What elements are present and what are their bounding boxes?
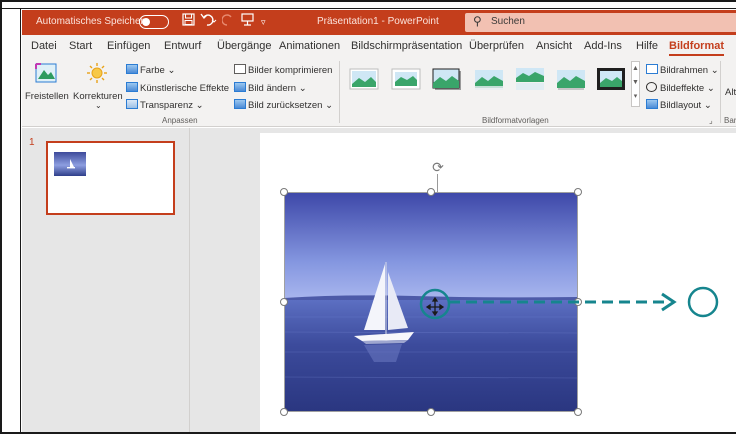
transparency-label: Transparenz <box>140 100 193 111</box>
picture-style-thick-frame[interactable] <box>391 67 421 91</box>
corrections-button[interactable]: Korrekturen ⌄ <box>69 61 123 111</box>
tab-uebergaenge[interactable]: Übergänge <box>217 40 271 52</box>
tab-add-ins[interactable]: Add-Ins <box>584 40 622 52</box>
picture-style-soft-edge[interactable] <box>474 67 504 91</box>
slide-thumbnail[interactable] <box>46 141 175 215</box>
slide-canvas[interactable]: ⟳ <box>260 133 736 432</box>
style-gallery-scroll[interactable]: ▲ ▼ ▾ <box>631 61 640 107</box>
picture-border-label: Bildrahmen <box>660 65 709 76</box>
workspace: 1 ⟳ <box>22 128 736 432</box>
tab-entwurf[interactable]: Entwurf <box>164 40 201 52</box>
change-picture-icon <box>234 82 246 92</box>
resize-handle-bottom[interactable] <box>427 408 435 416</box>
gallery-up-icon[interactable]: ▲ <box>632 62 639 76</box>
title-bar: Automatisches Speichern ▿ Präsentation1 … <box>22 10 736 35</box>
tab-hilfe[interactable]: Hilfe <box>636 40 658 52</box>
thumbnail-image <box>54 152 86 176</box>
compress-pictures-label: Bilder komprimieren <box>248 65 333 76</box>
picture-style-shadow[interactable] <box>432 67 462 91</box>
slide-number: 1 <box>29 137 35 148</box>
tab-einfuegen[interactable]: Einfügen <box>107 40 150 52</box>
photo-frame-outline <box>284 192 578 412</box>
remove-background-label: Freistellen <box>25 91 69 102</box>
undo-icon[interactable] <box>200 13 218 30</box>
slide-thumbnails-pane: 1 <box>22 128 190 432</box>
presenter-icon[interactable] <box>241 13 254 29</box>
picture-style-reflected[interactable] <box>515 67 545 91</box>
rotate-handle-icon[interactable]: ⟳ <box>431 160 445 174</box>
gallery-down-icon[interactable]: ▼ <box>632 76 639 90</box>
picture-border-button[interactable]: Bildrahmen ⌄ <box>646 64 719 76</box>
transparency-button[interactable]: Transparenz ⌄ <box>126 99 204 111</box>
resize-handle-right[interactable] <box>574 298 582 306</box>
remove-background-button[interactable]: Freistellen <box>25 61 69 111</box>
search-placeholder: Suchen <box>491 16 525 27</box>
transparency-icon <box>126 99 138 109</box>
tab-datei[interactable]: Datei <box>31 40 57 52</box>
tab-start[interactable]: Start <box>69 40 92 52</box>
autosave-label: Automatisches Speichern <box>36 16 150 27</box>
customize-quick-access-icon[interactable]: ▿ <box>261 17 266 28</box>
dialog-launcher-icon[interactable]: ⌟ <box>709 116 713 125</box>
group-separator-2 <box>720 61 721 123</box>
reset-picture-button[interactable]: Bild zurücksetzen ⌄ <box>234 99 333 111</box>
autosave-toggle[interactable] <box>139 15 169 29</box>
picture-style-simple-frame[interactable] <box>349 67 379 91</box>
picture-border-icon <box>646 64 658 74</box>
alt-text-button-label[interactable]: Alt <box>725 87 736 98</box>
document-title: Präsentation1 - PowerPoint <box>317 16 439 27</box>
save-icon[interactable] <box>182 13 195 29</box>
search-icon: ⚲ <box>473 14 482 28</box>
compress-pictures-icon <box>234 64 246 74</box>
reset-picture-label: Bild zurücksetzen <box>248 100 323 111</box>
artistic-effects-button[interactable]: Künstlerische Effekte ⌄ <box>126 82 240 94</box>
tab-bildformat[interactable]: Bildformat <box>669 40 724 56</box>
change-picture-label: Bild ändern <box>248 83 297 94</box>
ribbon-bildformat: Freistellen Korrekturen ⌄ Farbe ⌄ Künstl… <box>22 57 736 127</box>
group-label-bildformatvorlagen: Bildformatvorlagen <box>482 116 549 125</box>
tab-animationen[interactable]: Animationen <box>279 40 340 52</box>
artistic-effects-label: Künstlerische Effekte <box>140 83 230 94</box>
picture-effects-label: Bildeffekte <box>660 83 705 94</box>
artistic-effects-icon <box>126 82 138 92</box>
change-picture-button[interactable]: Bild ändern ⌄ <box>234 82 307 94</box>
corrections-chevron-down-icon: ⌄ <box>95 101 102 110</box>
tab-ueberpruefen[interactable]: Überprüfen <box>469 40 524 52</box>
tab-ansicht[interactable]: Ansicht <box>536 40 572 52</box>
resize-handle-top-left[interactable] <box>280 188 288 196</box>
resize-handle-bottom-right[interactable] <box>574 408 582 416</box>
reset-picture-icon <box>234 99 246 109</box>
picture-effects-button[interactable]: Bildeffekte ⌄ <box>646 82 715 94</box>
rotate-connector <box>437 174 438 192</box>
resize-handle-bottom-left[interactable] <box>280 408 288 416</box>
left-border-strip <box>2 9 21 432</box>
ribbon-tabs: Datei Start Einfügen Entwurf Übergänge A… <box>22 35 736 57</box>
color-button[interactable]: Farbe ⌄ <box>126 64 175 76</box>
group-label-barrierefreiheit: Bar <box>724 116 736 125</box>
redo-icon[interactable] <box>221 13 234 30</box>
resize-handle-top[interactable] <box>427 188 435 196</box>
resize-handle-top-right[interactable] <box>574 188 582 196</box>
picture-layout-icon <box>646 99 658 109</box>
compress-pictures-button[interactable]: Bilder komprimieren <box>234 64 332 76</box>
group-separator <box>339 61 340 123</box>
picture-layout-label: Bildlayout <box>660 100 702 111</box>
picture-layout-button[interactable]: Bildlayout ⌄ <box>646 99 712 111</box>
tab-bildschirmpraesentation[interactable]: Bildschirmpräsentation <box>351 40 462 52</box>
picture-effects-icon <box>646 82 657 92</box>
color-icon <box>126 64 138 74</box>
picture-style-black-frame[interactable] <box>596 67 626 91</box>
corrections-sun-icon <box>87 63 107 83</box>
group-label-anpassen: Anpassen <box>162 116 198 125</box>
remove-background-icon <box>35 63 57 83</box>
picture-style-perspective[interactable] <box>556 67 586 91</box>
screenshot-frame: Automatisches Speichern ▿ Präsentation1 … <box>0 0 736 434</box>
color-label: Farbe <box>140 65 165 76</box>
search-input[interactable]: ⚲ Suchen <box>465 13 736 32</box>
toggle-knob <box>142 17 150 26</box>
resize-handle-left[interactable] <box>280 298 288 306</box>
top-border-strip <box>2 2 736 9</box>
gallery-more-icon[interactable]: ▾ <box>632 90 639 104</box>
